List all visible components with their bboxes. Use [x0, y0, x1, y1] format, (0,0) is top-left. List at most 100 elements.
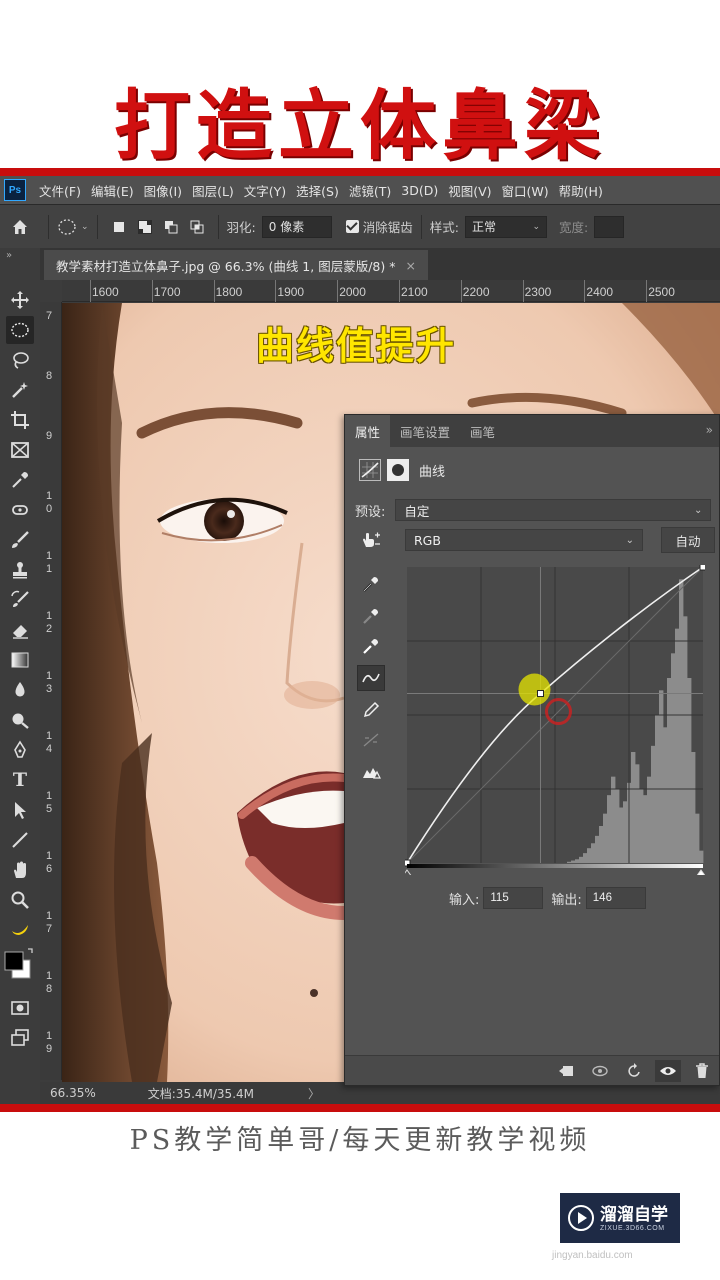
reset-adjustment-icon[interactable] — [621, 1060, 647, 1082]
document-tab[interactable]: 教学素材打造立体鼻子.jpg @ 66.3% (曲线 1, 图层蒙版/8) * … — [44, 250, 428, 280]
menu-window[interactable]: 窗口(W) — [497, 181, 554, 200]
subtract-from-selection-icon[interactable] — [164, 220, 178, 234]
move-tool-icon[interactable] — [6, 286, 34, 314]
antialias-checkbox[interactable]: 消除锯齿 — [345, 217, 413, 236]
feather-label: 羽化: — [226, 220, 256, 235]
magic-wand-tool-icon[interactable] — [6, 376, 34, 404]
channel-select[interactable]: RGB ⌄ — [405, 529, 643, 551]
auto-button[interactable]: 自动 — [661, 527, 715, 553]
hand-tool-icon[interactable] — [6, 856, 34, 884]
ruler-label: 19 — [45, 1030, 53, 1055]
delete-trash-icon[interactable] — [689, 1060, 715, 1082]
crop-tool-icon[interactable] — [6, 406, 34, 434]
clipping-warning-icon[interactable] — [357, 759, 385, 785]
close-icon[interactable]: × — [405, 258, 415, 273]
watermark-domain: ZIXUE.3D66.COM — [600, 1224, 665, 1232]
intersect-selection-icon[interactable] — [190, 220, 204, 234]
eyedropper-tool-icon[interactable] — [6, 466, 34, 494]
antialias-label: 消除锯齿 — [362, 220, 413, 235]
toggle-visibility-eye-icon[interactable] — [655, 1060, 681, 1082]
document-size: 文档:35.4M/35.4M — [147, 1086, 254, 1101]
horizontal-ruler: 1600 1700 1800 1900 2000 2100 2200 2300 2400 2500 — [62, 280, 720, 302]
curve-point-tool-icon[interactable] — [357, 665, 385, 691]
input-value-field[interactable]: 115 — [483, 887, 544, 909]
style-select[interactable]: 正常 ⌄ — [465, 215, 547, 238]
brush-tool-icon[interactable] — [6, 526, 34, 554]
separator — [217, 214, 219, 239]
home-icon[interactable] — [0, 218, 40, 236]
ruler-label: 18 — [45, 970, 53, 995]
histogram-bar — [671, 653, 676, 863]
curves-adjustment-icon[interactable] — [359, 459, 381, 481]
black-point-eyedropper-icon[interactable] — [357, 571, 385, 597]
width-input[interactable] — [594, 215, 625, 238]
ruler-label: 2100 — [401, 285, 428, 299]
gradient-tool-icon[interactable] — [6, 646, 34, 674]
clone-stamp-tool-icon[interactable] — [6, 556, 34, 584]
new-selection-icon[interactable] — [112, 220, 126, 234]
add-to-selection-icon[interactable] — [137, 219, 152, 234]
collapse-toolbar-icon[interactable]: » — [6, 250, 12, 261]
status-menu-arrow-icon[interactable]: 〉 — [308, 1085, 320, 1102]
menu-type[interactable]: 文字(Y) — [239, 181, 291, 200]
feather-input[interactable]: 0 像素 — [261, 215, 332, 238]
view-previous-state-icon[interactable] — [587, 1060, 613, 1082]
screen-mode-icon[interactable] — [6, 1024, 34, 1052]
menu-layer[interactable]: 图层(L) — [187, 181, 239, 200]
smooth-curve-icon[interactable] — [357, 727, 385, 753]
ruler-label: 13 — [45, 670, 53, 695]
elliptical-marquee-tool-icon[interactable] — [6, 316, 34, 344]
menu-file[interactable]: 文件(F) — [34, 181, 86, 200]
type-tool-icon[interactable]: T — [6, 766, 34, 794]
lasso-tool-icon[interactable] — [6, 346, 34, 374]
histogram-bar — [611, 776, 616, 863]
eraser-tool-icon[interactable] — [6, 616, 34, 644]
menu-select[interactable]: 选择(S) — [291, 181, 344, 200]
ruler-label: 15 — [45, 790, 53, 815]
ruler-tick — [584, 280, 586, 302]
output-value-field[interactable]: 146 — [585, 887, 646, 909]
ruler-tick — [275, 280, 277, 302]
play-logo-icon — [568, 1205, 594, 1231]
ruler-label: 2400 — [586, 285, 614, 299]
pencil-draw-curve-icon[interactable] — [357, 697, 385, 723]
path-selection-tool-icon[interactable] — [6, 796, 34, 824]
watermark-name: 溜溜自学 — [600, 1204, 668, 1225]
vertical-ruler: 7 8 9 10 11 12 13 14 15 16 17 18 19 — [40, 302, 62, 1080]
menu-filter[interactable]: 滤镜(T) — [344, 181, 396, 200]
menu-3d[interactable]: 3D(D) — [396, 183, 443, 198]
menu-edit[interactable]: 编辑(E) — [86, 181, 139, 200]
panel-menu-icon[interactable]: » — [706, 423, 713, 437]
white-point-eyedropper-icon[interactable] — [357, 633, 385, 659]
spot-healing-brush-icon[interactable] — [6, 496, 34, 524]
dodge-tool-icon[interactable] — [6, 706, 34, 734]
layer-mask-icon[interactable] — [387, 459, 409, 481]
zoom-level[interactable]: 66.35% — [50, 1086, 96, 1100]
targeted-adjustment-hand-icon[interactable] — [355, 531, 385, 549]
tab-brush-settings[interactable]: 画笔设置 — [390, 415, 460, 447]
gray-point-eyedropper-icon[interactable] — [357, 603, 385, 629]
color-swatches-icon[interactable] — [2, 946, 38, 984]
tab-brushes[interactable]: 画笔 — [460, 415, 505, 447]
preset-select[interactable]: 自定 ⌄ — [395, 499, 712, 521]
menu-image[interactable]: 图像(I) — [139, 181, 187, 200]
line-tool-icon[interactable] — [6, 826, 34, 854]
properties-footer — [345, 1055, 719, 1085]
elliptical-marquee-preset-icon[interactable]: ⌄ — [57, 218, 89, 236]
quick-mask-icon[interactable] — [6, 994, 34, 1022]
histogram-bar — [683, 616, 688, 863]
curves-graph[interactable] — [401, 563, 707, 878]
zoom-tool-icon[interactable] — [6, 886, 34, 914]
history-brush-tool-icon[interactable] — [6, 586, 34, 614]
pen-tool-icon[interactable] — [6, 736, 34, 764]
cursor-highlight — [518, 673, 551, 706]
tab-properties[interactable]: 属性 — [345, 415, 391, 447]
separator — [96, 214, 98, 239]
menu-help[interactable]: 帮助(H) — [554, 181, 608, 200]
frame-tool-icon[interactable] — [6, 436, 34, 464]
menu-bar: Ps 文件(F) 编辑(E) 图像(I) 图层(L) 文字(Y) 选择(S) 滤… — [0, 176, 720, 204]
clip-to-layer-icon[interactable] — [553, 1060, 579, 1082]
blur-tool-icon[interactable] — [6, 676, 34, 704]
menu-view[interactable]: 视图(V) — [443, 181, 496, 200]
photoshop-logo-icon[interactable]: Ps — [4, 179, 26, 201]
